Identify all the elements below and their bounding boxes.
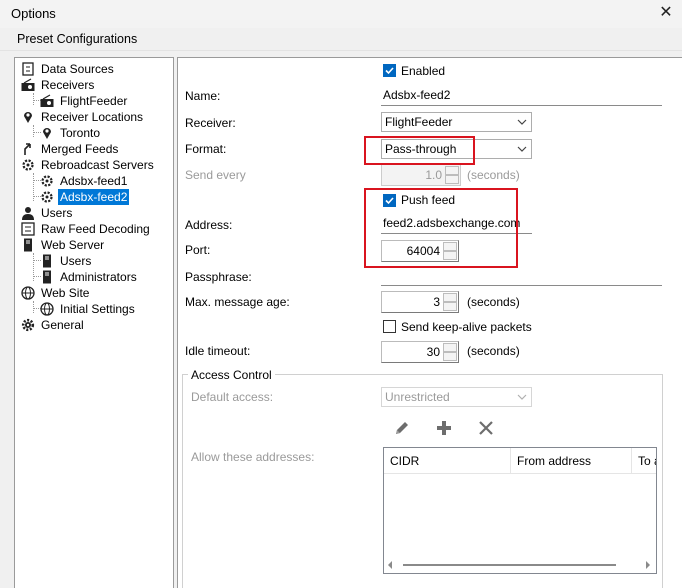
spin-up-button[interactable] [443, 293, 457, 302]
default-access-label: Default access: [191, 390, 274, 404]
idle-timeout-label: Idle timeout: [185, 344, 251, 358]
tree-item-label: Receivers [41, 78, 95, 92]
tree-item-label: Users [41, 206, 73, 220]
send-every-unit: (seconds) [467, 168, 520, 182]
tree-item-label: Web Site [41, 286, 90, 300]
tree-item-label: Administrators [60, 270, 137, 284]
tree-item-label: Adsbx-feed1 [60, 174, 128, 188]
location-pin-icon [43, 128, 51, 139]
close-icon[interactable]: ✕ [656, 3, 676, 23]
tree-item-label: Adsbx-feed2 [58, 189, 130, 205]
broadcast-icon [41, 175, 53, 187]
allowed-addresses-list[interactable]: CIDR From address To a [383, 447, 657, 574]
passphrase-label: Passphrase: [185, 270, 252, 284]
broadcast-icon [22, 159, 34, 171]
access-control-title: Access Control [188, 368, 275, 382]
chevron-down-icon [517, 394, 527, 400]
column-header-from-address[interactable]: From address [511, 448, 632, 474]
enabled-checkbox[interactable] [383, 64, 396, 77]
name-label: Name: [185, 89, 221, 103]
merge-icon [24, 143, 31, 155]
user-icon [22, 207, 34, 220]
scrollbar-thumb[interactable] [403, 564, 616, 566]
tree-item-label: Toronto [60, 126, 101, 140]
scroll-right-icon[interactable] [646, 561, 650, 569]
max-message-age-label: Max. message age: [185, 295, 290, 309]
default-access-select[interactable]: Unrestricted [381, 387, 532, 407]
edit-icon[interactable] [392, 418, 412, 438]
window-title: Options [11, 6, 56, 21]
radio-icon [21, 78, 35, 91]
menu-preset-configurations[interactable]: Preset Configurations [17, 32, 137, 46]
chevron-down-icon [517, 146, 527, 152]
port-label: Port: [185, 243, 211, 257]
format-label: Format: [185, 142, 227, 156]
enabled-label: Enabled [401, 64, 446, 78]
server-icon [43, 254, 51, 268]
allow-addresses-label: Allow these addresses: [191, 450, 315, 464]
scroll-left-icon[interactable] [388, 561, 392, 569]
receiver-select[interactable]: FlightFeeder [381, 112, 532, 132]
tree-item-label: Raw Feed Decoding [41, 222, 150, 236]
chevron-down-icon [517, 119, 527, 125]
globe-icon [21, 286, 35, 300]
tree-item-label: Initial Settings [60, 302, 135, 316]
format-highlight-box [364, 136, 475, 165]
broadcast-icon [41, 191, 53, 203]
gear-icon [21, 318, 35, 332]
spin-down-button[interactable] [443, 302, 457, 311]
tree-item-label: Web Server [41, 238, 105, 252]
tree-connector [33, 301, 34, 313]
tree-item-label: Users [60, 254, 92, 268]
column-header-cidr[interactable]: CIDR [384, 448, 511, 474]
default-access-value: Unrestricted [385, 390, 450, 404]
navigation-tree[interactable]: Data Sources Receivers FlightFeeder Rece… [14, 57, 174, 588]
delete-icon[interactable] [476, 418, 496, 438]
location-pin-icon [24, 112, 32, 123]
radio-icon [40, 94, 54, 107]
column-header-to-address[interactable]: To a [632, 448, 656, 474]
receiver-select-value: FlightFeeder [385, 115, 453, 129]
spin-down-button[interactable] [443, 352, 457, 361]
tree-connector [33, 125, 34, 137]
spin-up-button[interactable] [443, 343, 457, 352]
receiver-label: Receiver: [185, 116, 236, 130]
name-field[interactable]: Adsbx-feed2 [381, 87, 662, 106]
send-every-spinner[interactable]: 1.0 [381, 164, 461, 186]
idle-timeout-spinner[interactable]: 30 [381, 341, 459, 363]
tree-item-label: Merged Feeds [41, 142, 119, 156]
check-icon [385, 67, 394, 75]
title-bar: Options ✕ [0, 0, 682, 28]
add-icon[interactable] [434, 418, 454, 438]
send-every-value: 1.0 [425, 168, 442, 182]
tree-item-label: Data Sources [41, 62, 114, 76]
server-icon [43, 270, 51, 284]
decoding-icon [21, 222, 35, 236]
server-icon [24, 238, 32, 252]
idle-timeout-unit: (seconds) [467, 344, 520, 358]
tree-item-label: FlightFeeder [60, 94, 128, 108]
globe-icon [40, 302, 54, 316]
tree-item-label: Rebroadcast Servers [41, 158, 154, 172]
keep-alive-label: Send keep-alive packets [401, 320, 532, 334]
address-label: Address: [185, 218, 233, 232]
passphrase-field[interactable] [381, 267, 662, 286]
keep-alive-checkbox[interactable] [383, 320, 396, 333]
max-message-age-unit: (seconds) [467, 295, 520, 309]
send-every-label: Send every [185, 168, 246, 182]
max-message-age-value: 3 [433, 295, 440, 309]
divider [0, 50, 682, 51]
tree-item-label: Receiver Locations [41, 110, 144, 124]
tree-item-label: General [41, 318, 84, 332]
idle-timeout-value: 30 [426, 345, 440, 359]
spin-up-button[interactable] [445, 166, 459, 175]
tree-connector [33, 93, 34, 105]
spin-down-button[interactable] [445, 175, 459, 184]
max-message-age-spinner[interactable]: 3 [381, 291, 459, 313]
horizontal-scrollbar[interactable] [384, 556, 656, 573]
data-sources-icon [22, 62, 34, 76]
push-feed-highlight-box [364, 188, 518, 268]
